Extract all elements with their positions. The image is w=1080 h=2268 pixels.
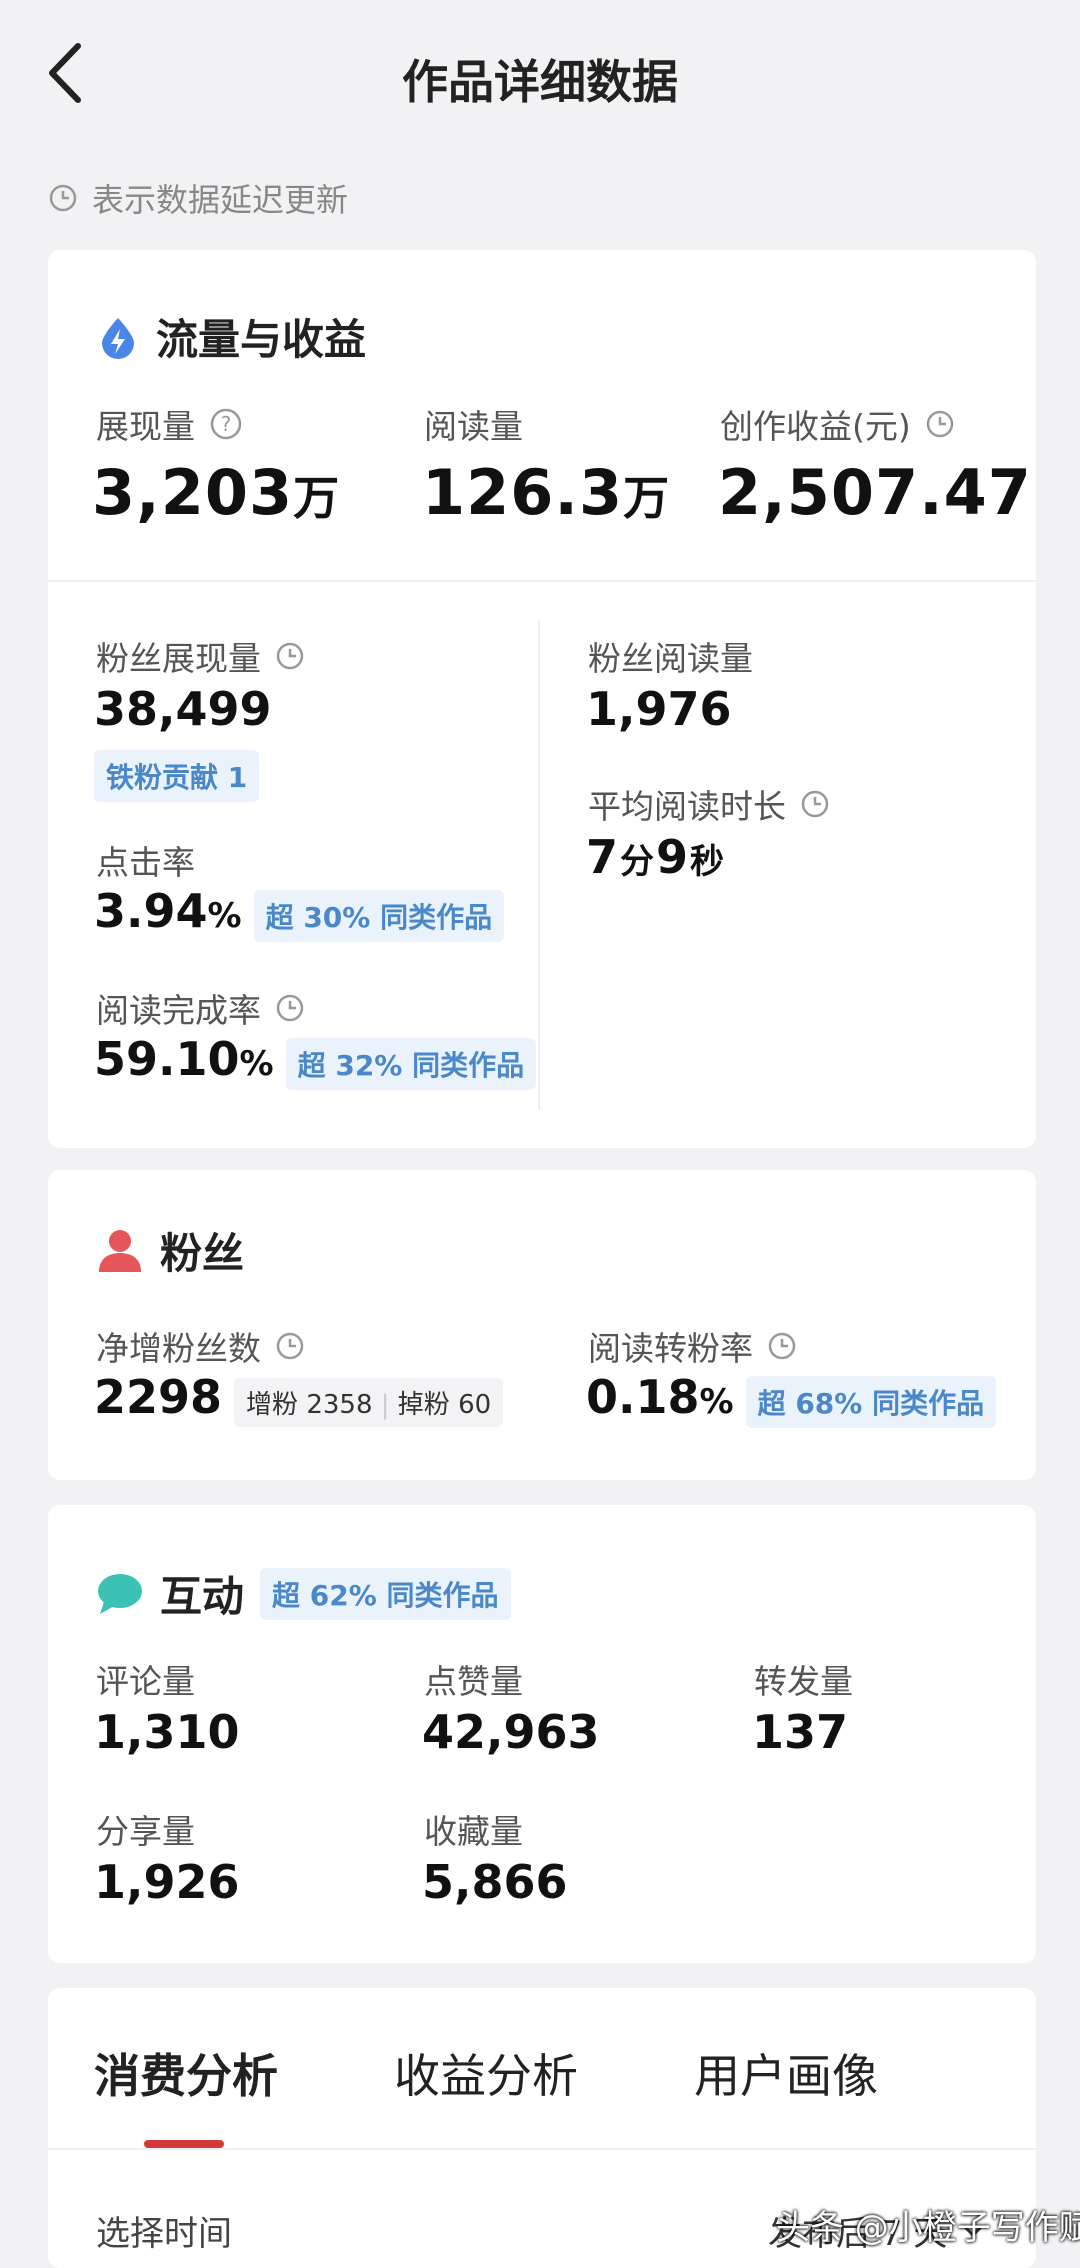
clock-icon [768, 1332, 796, 1360]
clock-icon [276, 642, 304, 670]
iron-fan-badge[interactable]: 铁粉贡献 1 [94, 750, 260, 802]
income-value: 2,507.47 [718, 456, 1032, 529]
divider [48, 580, 1036, 582]
lightning-drop-icon [102, 317, 134, 359]
tab-income-analysis[interactable]: 收益分析 [394, 2040, 578, 2106]
page-title: 作品详细数据 [402, 55, 678, 109]
fans-card: 粉丝 净增粉丝数 2298 增粉 2358 | 掉粉 60 阅读转粉率 0.18… [48, 1170, 1036, 1480]
help-icon[interactable]: ? [209, 407, 243, 441]
impressions-label: 展现量 ? [96, 400, 243, 448]
tab-consumption-analysis[interactable]: 消费分析 [94, 2040, 278, 2106]
ctr-compare-badge: 超 30% 同类作品 [253, 890, 505, 942]
comments-value: 1,310 [94, 1705, 240, 1759]
divider [48, 2148, 1036, 2150]
divider [538, 620, 540, 1110]
fan-impressions-value: 38,499 [94, 682, 272, 736]
delay-notice-text: 表示数据延迟更新 [92, 181, 349, 219]
forwards-value: 137 [752, 1705, 849, 1759]
delay-notice: 表示数据延迟更新 [48, 175, 348, 221]
clock-icon [801, 790, 829, 818]
forwards-label: 转发量 [754, 1662, 853, 1701]
active-tab-indicator [144, 2140, 224, 2148]
fans-section-title: 粉丝 [96, 1220, 244, 1281]
shares-label: 分享量 [96, 1812, 195, 1851]
net-fans-label: 净增粉丝数 [96, 1322, 305, 1370]
net-fans-value: 2298 增粉 2358 | 掉粉 60 [94, 1370, 504, 1427]
likes-label: 点赞量 [424, 1662, 523, 1701]
traffic-section-title: 流量与收益 [96, 306, 366, 367]
completion-compare-badge: 超 32% 同类作品 [285, 1038, 537, 1090]
interaction-card: 互动 超 62% 同类作品 评论量 1,310 点赞量 42,963 转发量 1… [48, 1505, 1036, 1963]
avg-read-time-label: 平均阅读时长 [588, 780, 830, 828]
income-label: 创作收益(元) [720, 400, 955, 448]
ctr-value: 3.94% 超 30% 同类作品 [94, 884, 505, 942]
shares-value: 1,926 [94, 1855, 240, 1909]
tab-user-profile[interactable]: 用户画像 [694, 2040, 878, 2106]
clock-icon [276, 994, 304, 1022]
conversion-value: 0.18% 超 68% 同类作品 [586, 1370, 997, 1428]
avg-read-time-value: 7分 9秒 [586, 830, 725, 884]
gain-loss-badge: 增粉 2358 | 掉粉 60 [234, 1378, 504, 1427]
ctr-label: 点击率 [96, 843, 195, 882]
completion-label: 阅读完成率 [96, 984, 305, 1032]
chat-bubble-icon [98, 1573, 142, 1614]
clock-icon [49, 184, 77, 212]
select-time-label: 选择时间 [96, 2214, 232, 2254]
interaction-section-title: 互动 超 62% 同类作品 [96, 1563, 511, 1624]
top-bar: 作品详细数据 [0, 0, 1080, 150]
traffic-income-card: 流量与收益 展现量 ? 3,203万 阅读量 126.3万 创作收益(元) 2,… [48, 250, 1036, 1148]
interaction-compare-badge: 超 62% 同类作品 [260, 1567, 511, 1620]
comments-label: 评论量 [96, 1662, 195, 1701]
impressions-value: 3,203万 [92, 456, 341, 529]
conversion-compare-badge: 超 68% 同类作品 [745, 1376, 997, 1428]
conversion-label: 阅读转粉率 [588, 1322, 797, 1370]
reads-label: 阅读量 [424, 407, 523, 446]
fan-impressions-label: 粉丝展现量 [96, 632, 305, 680]
favorites-value: 5,866 [422, 1855, 568, 1909]
watermark: 头条 @小橙子写作赋能 [776, 2208, 1080, 2248]
fan-reads-label: 粉丝阅读量 [588, 639, 753, 678]
clock-icon [926, 410, 953, 438]
svg-text:?: ? [221, 412, 232, 436]
likes-value: 42,963 [422, 1705, 600, 1759]
clock-icon [276, 1332, 304, 1360]
fan-reads-value: 1,976 [586, 682, 732, 736]
person-icon [99, 1229, 141, 1272]
completion-value: 59.10% 超 32% 同类作品 [94, 1032, 537, 1090]
favorites-label: 收藏量 [424, 1812, 523, 1851]
reads-value: 126.3万 [422, 456, 671, 529]
